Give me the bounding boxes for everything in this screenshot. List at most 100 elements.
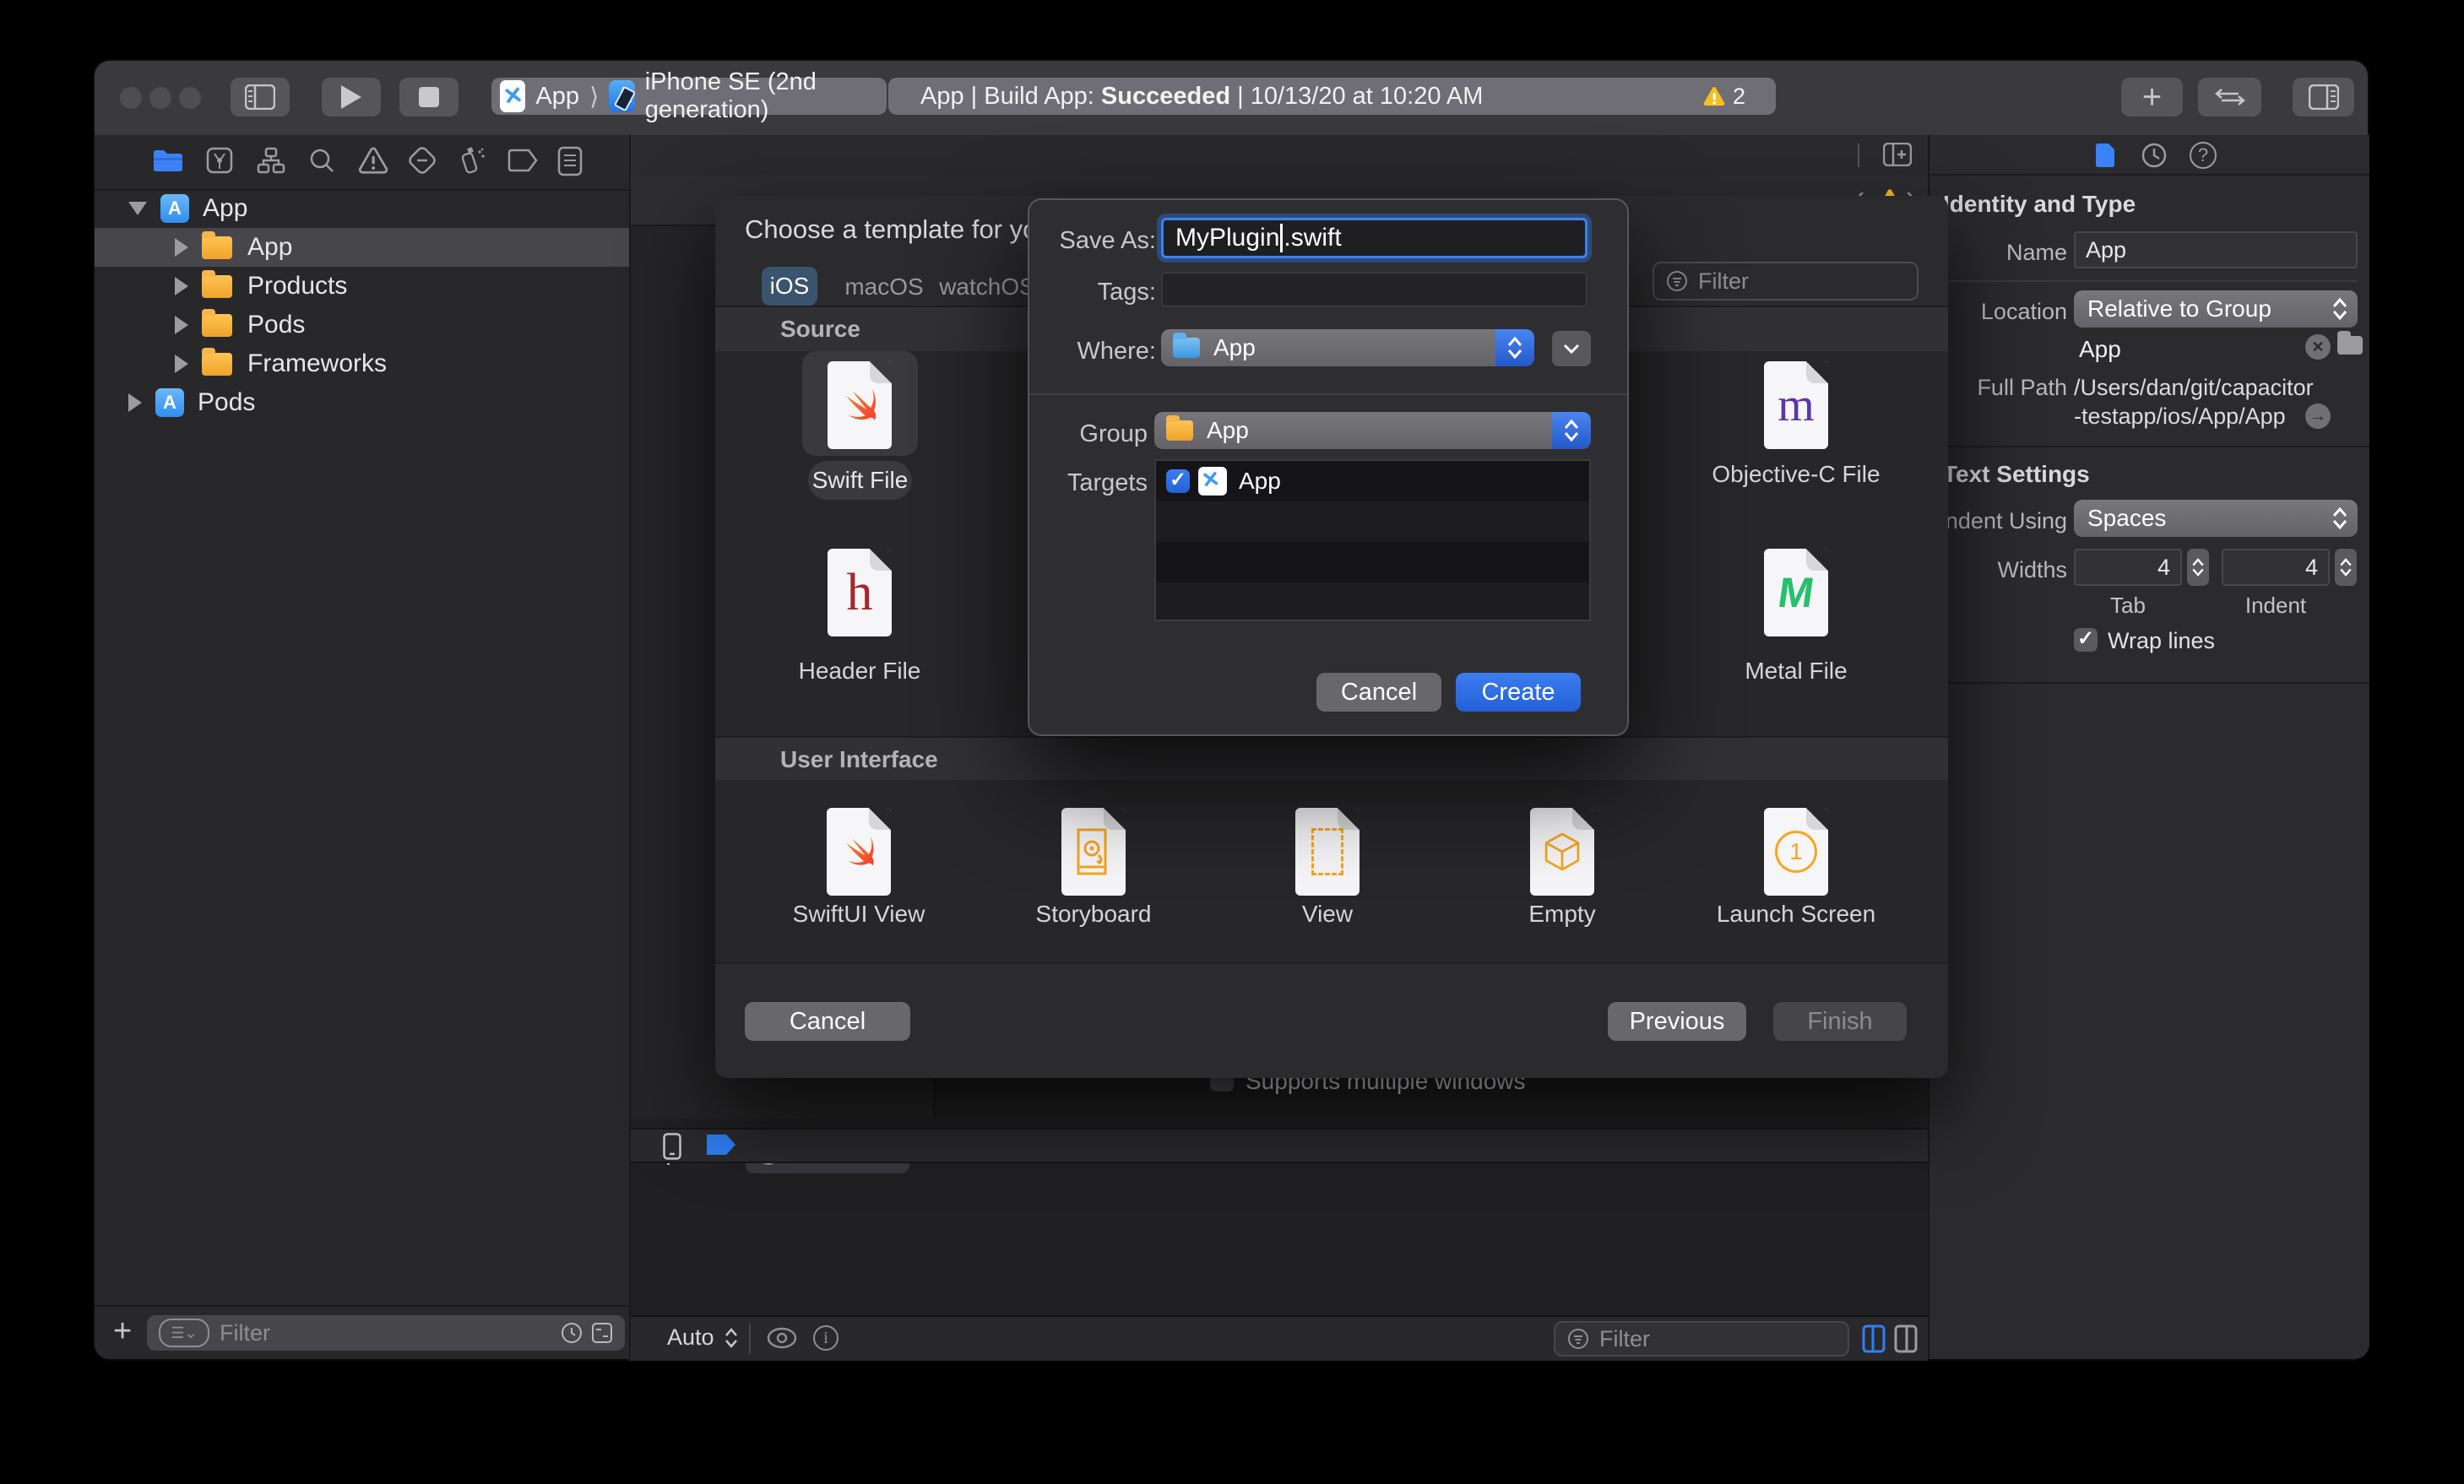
tab-watchos[interactable]: watchOS	[936, 274, 1038, 301]
source-control-navigator-icon[interactable]	[206, 147, 233, 174]
name-field[interactable]: App	[2074, 231, 2358, 268]
issue-navigator-icon[interactable]	[358, 146, 388, 175]
toggle-navigator-button[interactable]	[231, 78, 290, 116]
target-row-app[interactable]: ✓ ✕ App	[1156, 461, 1589, 501]
filter-menu-icon[interactable]: ☰⌄	[159, 1319, 209, 1347]
close-window-button[interactable]	[120, 87, 142, 109]
disclosure-triangle-icon[interactable]	[128, 202, 147, 215]
history-inspector-icon[interactable]	[2141, 142, 2168, 169]
tree-row-project-pods[interactable]: A Pods	[95, 383, 629, 422]
tree-row-products[interactable]: Products	[95, 267, 629, 306]
tree-row-project-app[interactable]: A App	[95, 189, 629, 228]
swift-file-doc-icon[interactable]	[828, 361, 892, 449]
tab-width-stepper[interactable]	[2187, 549, 2209, 586]
dialog-create-button[interactable]: Create	[1456, 673, 1581, 712]
indent-width-stepper[interactable]	[2335, 549, 2357, 586]
choose-location-folder-icon[interactable]	[2337, 331, 2363, 359]
indent-width-field[interactable]: 4	[2222, 549, 2330, 586]
tab-width-field[interactable]: 4	[2074, 549, 2182, 586]
empty-doc-icon[interactable]	[1530, 808, 1594, 896]
add-editor-icon	[1883, 143, 1912, 166]
launch-screen-doc-icon[interactable]: 1	[1764, 808, 1828, 896]
recent-files-clock-icon[interactable]	[561, 1322, 583, 1344]
scheme-selector[interactable]: ✕ App ⟩ A iPhone SE (2nd generation)	[491, 68, 887, 123]
symbol-navigator-icon[interactable]	[257, 147, 285, 174]
objective-c-file-doc-icon[interactable]: m	[1764, 361, 1828, 449]
tree-row-frameworks[interactable]: Frameworks	[95, 344, 629, 383]
zoom-window-button[interactable]	[179, 87, 201, 109]
activity-status-bar[interactable]: App | Build App: Succeeded | 10/13/20 at…	[888, 78, 1776, 115]
expand-dialog-button[interactable]	[1552, 331, 1591, 366]
scheme-chevron: ⟩	[589, 83, 600, 111]
sheet-previous-button[interactable]: Previous	[1608, 1002, 1746, 1041]
show-variables-view-icon[interactable]	[1862, 1324, 1886, 1353]
tags-field[interactable]	[1161, 272, 1587, 307]
minimize-window-button[interactable]	[149, 87, 171, 109]
disclosure-triangle-icon[interactable]	[175, 277, 188, 295]
dialog-cancel-button[interactable]: Cancel	[1316, 673, 1441, 712]
template-label[interactable]: Empty	[1444, 901, 1680, 928]
tab-macos[interactable]: macOS	[838, 274, 931, 301]
run-button[interactable]	[322, 78, 381, 116]
tag-breadcrumb-icon[interactable]	[707, 1135, 735, 1155]
where-popup[interactable]: App	[1161, 329, 1534, 366]
debug-navigator-icon[interactable]	[458, 145, 486, 176]
info-icon[interactable]: i	[813, 1325, 839, 1351]
template-label[interactable]: Objective-C File	[1669, 461, 1923, 488]
console-filter-input[interactable]	[1598, 1324, 1806, 1353]
template-label[interactable]: Launch Screen	[1678, 901, 1914, 928]
location-popup[interactable]: Relative to Group	[2074, 290, 2358, 328]
find-navigator-icon[interactable]	[308, 147, 335, 174]
project-navigator-icon[interactable]	[152, 148, 184, 173]
wrap-lines-checkbox[interactable]: ✓	[2074, 627, 2098, 652]
template-label[interactable]: SwiftUI View	[741, 901, 977, 928]
open-full-path-arrow-button[interactable]: →	[2305, 403, 2331, 429]
disclosure-triangle-icon[interactable]	[175, 316, 188, 334]
metal-file-doc-icon[interactable]: M	[1764, 549, 1828, 636]
indent-using-popup[interactable]: Spaces	[2074, 500, 2358, 537]
eye-icon[interactable]	[766, 1327, 798, 1349]
device-icon[interactable]	[663, 1133, 681, 1160]
console-filter-field[interactable]	[1554, 1321, 1849, 1357]
navigator-filter-input[interactable]	[218, 1319, 556, 1347]
variables-view-mode[interactable]: Auto	[667, 1324, 714, 1351]
breakpoint-navigator-icon[interactable]	[507, 149, 539, 172]
sheet-finish-button[interactable]: Finish	[1773, 1002, 1907, 1041]
tab-ios[interactable]: iOS	[762, 267, 817, 306]
tree-row-folder-app-selected[interactable]: App	[95, 228, 629, 267]
add-button[interactable]: +	[2121, 78, 2183, 116]
chevron-up-down-icon[interactable]	[724, 1326, 739, 1350]
template-label[interactable]: Storyboard	[975, 901, 1212, 928]
template-label[interactable]: View	[1209, 901, 1446, 928]
disclosure-triangle-icon[interactable]	[175, 355, 188, 373]
add-file-button[interactable]: +	[113, 1313, 132, 1350]
template-filter-field[interactable]	[1653, 262, 1919, 301]
add-editor-button[interactable]	[1881, 140, 1914, 169]
group-popup[interactable]: App	[1154, 412, 1591, 449]
disclosure-triangle-icon[interactable]	[175, 238, 188, 257]
template-label[interactable]: Header File	[733, 658, 986, 685]
quick-help-inspector-icon[interactable]: ?	[2190, 142, 2217, 169]
test-navigator-icon[interactable]	[409, 147, 436, 174]
target-checkbox[interactable]: ✓	[1166, 468, 1190, 493]
report-navigator-icon[interactable]	[557, 146, 583, 176]
toggle-inspector-button[interactable]	[2293, 78, 2354, 116]
disclosure-triangle-icon[interactable]	[128, 393, 142, 412]
view-doc-icon[interactable]	[1295, 808, 1360, 896]
version-editor-button[interactable]	[2198, 78, 2261, 116]
file-inspector-icon[interactable]	[2094, 142, 2116, 169]
clear-location-button[interactable]: ✕	[2305, 334, 2331, 360]
source-control-status-icon[interactable]	[591, 1322, 613, 1344]
template-label[interactable]: Metal File	[1669, 658, 1923, 685]
tree-row-pods[interactable]: Pods	[95, 306, 629, 344]
save-as-field[interactable]: MyPlugin .swift	[1161, 218, 1587, 258]
storyboard-doc-icon[interactable]	[1061, 808, 1126, 896]
sheet-cancel-button[interactable]: Cancel	[745, 1002, 910, 1041]
show-console-view-icon[interactable]	[1894, 1324, 1918, 1353]
header-file-doc-icon[interactable]: h	[828, 549, 892, 636]
stop-button[interactable]	[399, 78, 459, 116]
warning-badge[interactable]: 2	[1702, 84, 1745, 110]
swiftui-view-doc-icon[interactable]	[827, 808, 891, 896]
template-filter-input[interactable]	[1696, 267, 1884, 295]
navigator-filter-field[interactable]: ☰⌄	[147, 1315, 625, 1351]
